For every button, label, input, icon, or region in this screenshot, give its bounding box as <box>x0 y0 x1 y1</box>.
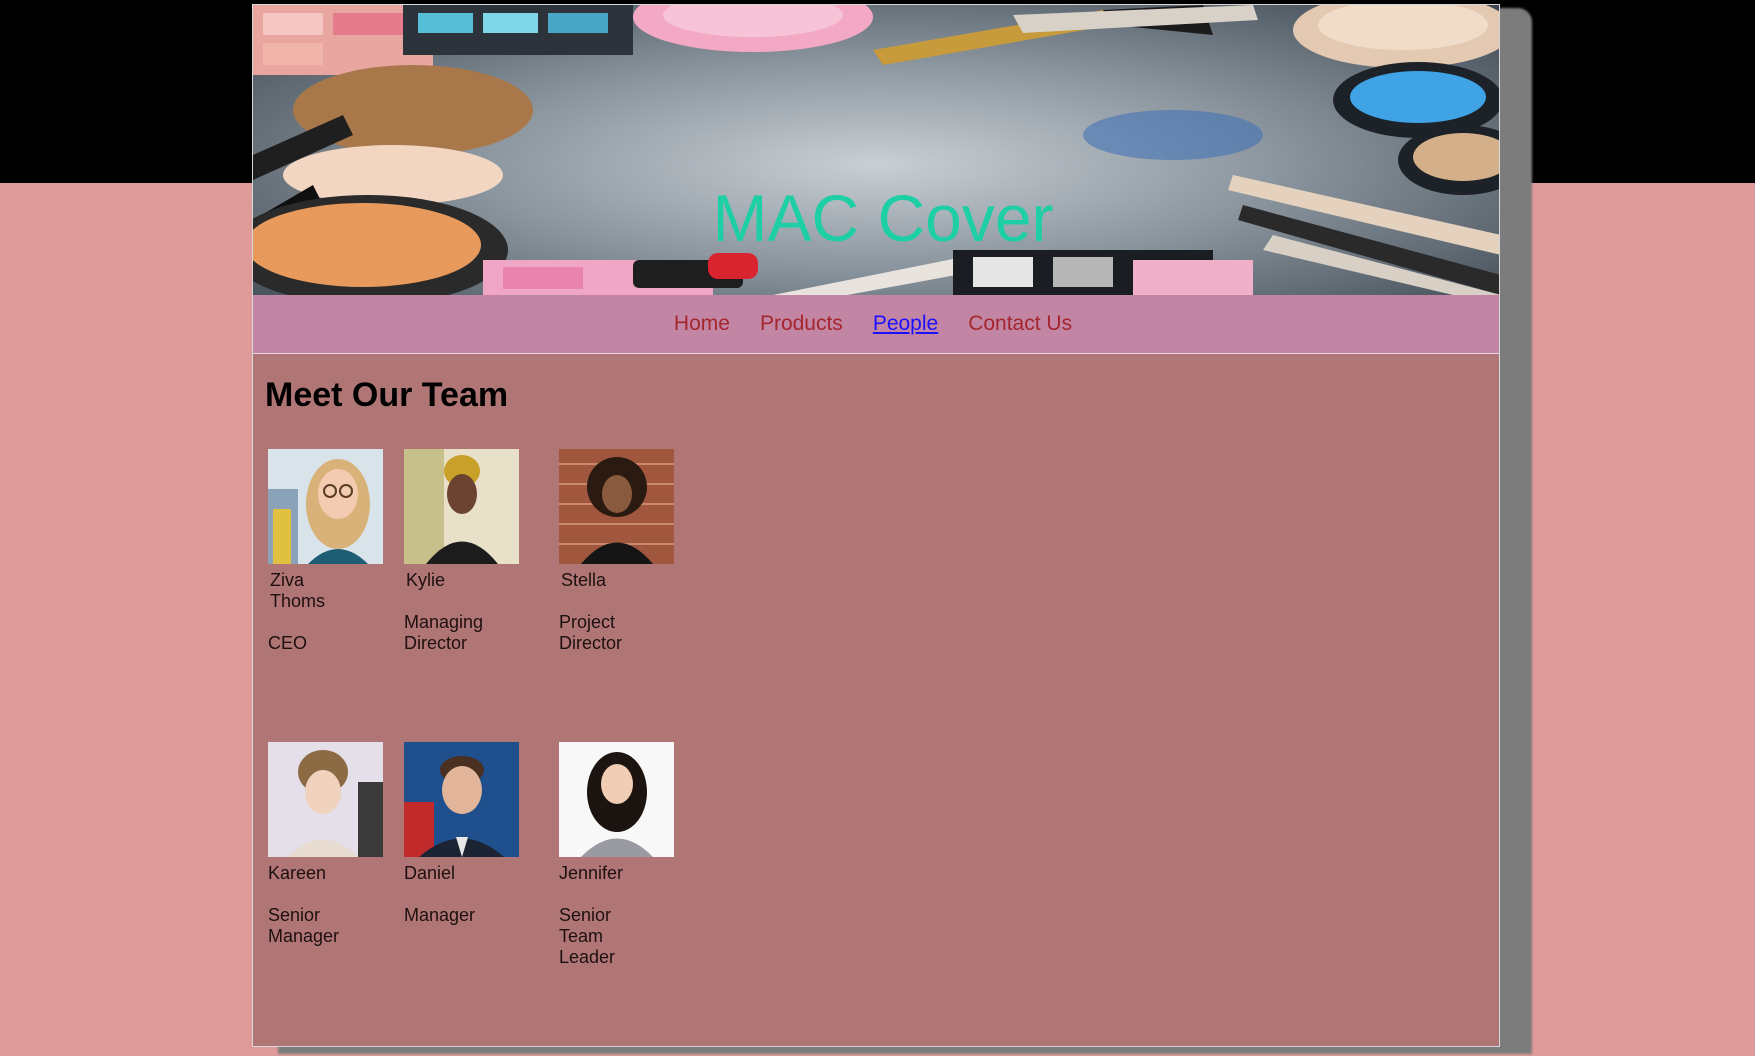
portrait-woman-headwrap <box>404 449 519 564</box>
member-name: Kareen <box>268 863 327 883</box>
team-member: Daniel Manager <box>404 742 534 926</box>
team-member: Ziva Thoms CEO <box>268 449 398 654</box>
member-role: Managing Director <box>404 612 484 653</box>
member-role: Senior Team Leader <box>559 905 616 967</box>
nav-contact-us[interactable]: Contact Us <box>968 312 1072 336</box>
team-section: Meet Our Team Ziva Thoms CEO Kylie Manag… <box>253 354 1499 1044</box>
member-role: Manager <box>404 905 476 925</box>
main-nav: Home Products People Contact Us <box>253 295 1499 354</box>
member-name: Jennifer <box>559 863 624 883</box>
team-member: Jennifer Senior Team Leader <box>559 742 689 968</box>
team-member: Stella Project Director <box>559 449 689 654</box>
nav-products[interactable]: Products <box>760 312 843 336</box>
header-banner: MAC Cover <box>253 5 1499 295</box>
page-title: Meet Our Team <box>265 376 509 414</box>
portrait-woman-updo <box>268 742 383 857</box>
team-member: Kylie Managing Director <box>404 449 534 654</box>
nav-home[interactable]: Home <box>674 312 730 336</box>
page-container: MAC Cover Home Products People Contact U… <box>252 4 1500 1047</box>
portrait-blonde-woman-glasses <box>268 449 383 564</box>
member-name: Ziva Thoms <box>270 570 326 611</box>
portrait-woman-dark-hair <box>559 742 674 857</box>
member-name: Daniel <box>404 863 456 883</box>
team-member: Kareen Senior Manager <box>268 742 398 947</box>
portrait-woman-curly-hair <box>559 449 674 564</box>
site-title: MAC Cover <box>712 181 1054 255</box>
member-role: Project Director <box>559 612 623 653</box>
member-role: CEO <box>268 633 308 653</box>
nav-people[interactable]: People <box>873 312 938 336</box>
portrait-man-suit <box>404 742 519 857</box>
member-role: Senior Manager <box>268 905 340 946</box>
member-name: Kylie <box>406 570 446 590</box>
member-name: Stella <box>561 570 607 590</box>
